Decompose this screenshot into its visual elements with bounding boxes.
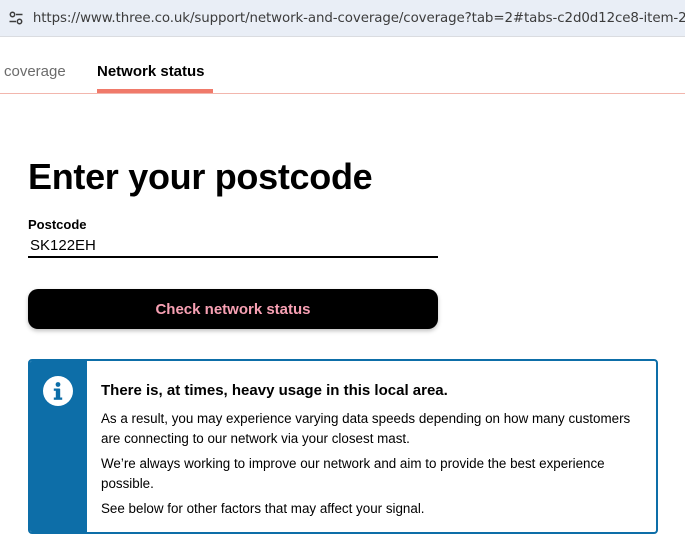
browser-address-bar[interactable]: https://www.three.co.uk/support/network-…: [0, 0, 685, 37]
info-paragraph: We’re always working to improve our netw…: [101, 456, 605, 491]
info-paragraph: As a result, you may experience varying …: [101, 411, 631, 446]
tab-network-status[interactable]: Network status: [97, 63, 205, 81]
postcode-input[interactable]: [28, 234, 438, 258]
info-paragraph: See below for other factors that may aff…: [101, 501, 425, 516]
info-box: There is, at times, heavy usage in this …: [28, 359, 658, 534]
page-title: Enter your postcode: [28, 156, 373, 197]
url-text[interactable]: https://www.three.co.uk/support/network-…: [33, 11, 685, 26]
info-heading: There is, at times, heavy usage in this …: [101, 382, 448, 399]
tune-icon[interactable]: [8, 9, 25, 27]
tab-bar: coverage Network status: [0, 41, 685, 94]
info-content: There is, at times, heavy usage in this …: [101, 381, 646, 524]
tab-coverage[interactable]: coverage: [4, 63, 66, 81]
info-icon: [43, 376, 73, 406]
active-tab-indicator: [97, 89, 213, 93]
info-strip: [30, 361, 87, 532]
postcode-label: Postcode: [28, 217, 87, 232]
check-network-status-button[interactable]: Check network status: [28, 289, 438, 329]
